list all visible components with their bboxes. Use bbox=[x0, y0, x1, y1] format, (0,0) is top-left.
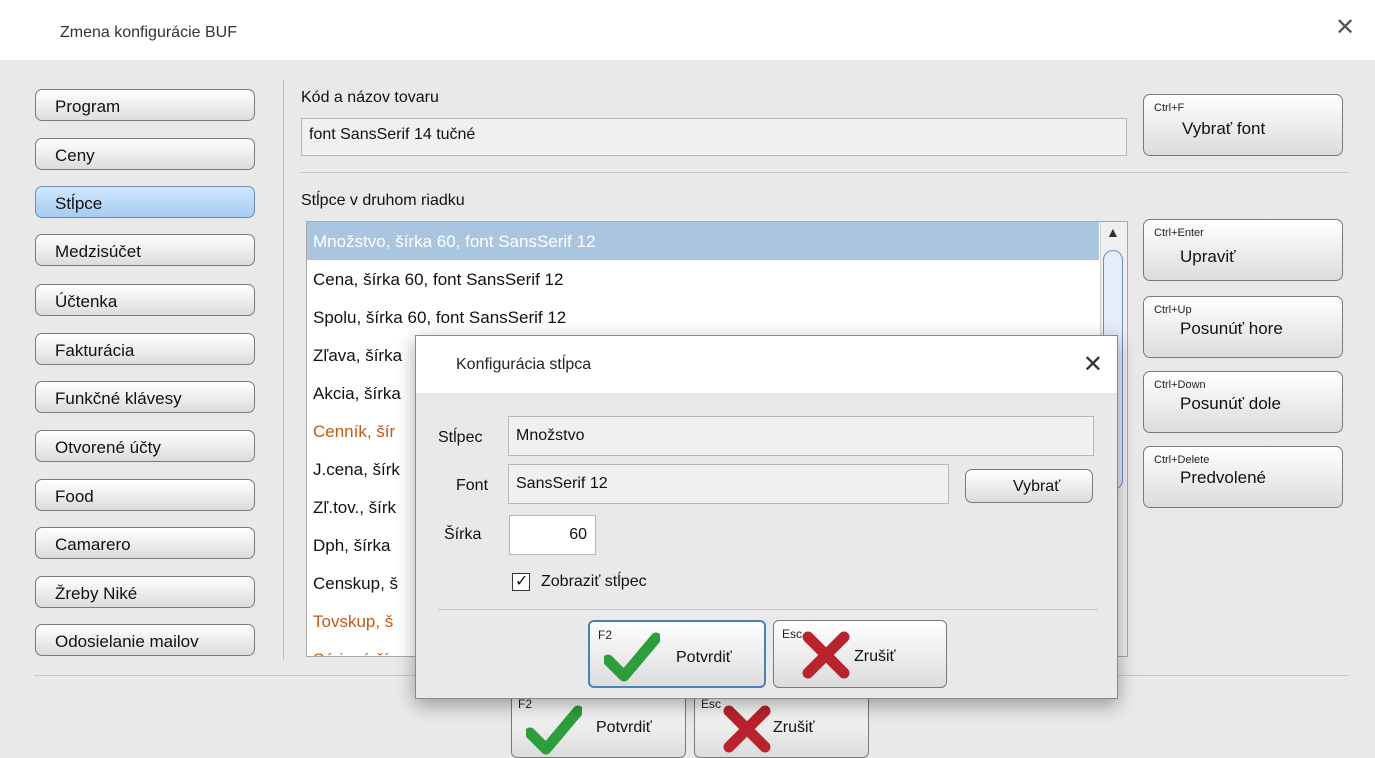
vertical-divider bbox=[283, 80, 284, 660]
show-column-checkbox[interactable]: ✓ bbox=[512, 573, 530, 591]
check-icon: ✓ bbox=[515, 573, 529, 590]
dialog-title: Konfigurácia stĺpca bbox=[456, 356, 592, 373]
button-label: Posunúť dole bbox=[1180, 394, 1281, 413]
nav-ceny[interactable]: Ceny bbox=[35, 138, 255, 170]
window-titlebar: Zmena konfigurácie BUF ✕ bbox=[0, 0, 1375, 60]
nav-label: Účtenka bbox=[55, 292, 118, 311]
dialog-confirm-button[interactable]: F2 Potvrdiť bbox=[588, 620, 766, 688]
move-down-button[interactable]: Ctrl+Down Posunúť dole bbox=[1143, 371, 1343, 433]
nav-medzisucet[interactable]: Medzisúčet bbox=[35, 234, 255, 266]
button-label: Vybrať bbox=[1013, 478, 1061, 495]
dialog-titlebar: Konfigurácia stĺpca ✕ bbox=[416, 336, 1117, 393]
nav-label: Odosielanie mailov bbox=[55, 632, 199, 651]
nav-food[interactable]: Food bbox=[35, 479, 255, 511]
nav-zreby-nike[interactable]: Žreby Niké bbox=[35, 576, 255, 608]
nav-camarero[interactable]: Camarero bbox=[35, 527, 255, 559]
button-label: Zrušiť bbox=[773, 719, 815, 736]
dialog-cancel-button[interactable]: Esc Zrušiť bbox=[773, 620, 947, 688]
nav-otvorene-ucty[interactable]: Otvorené účty bbox=[35, 430, 255, 462]
nav-odosielanie-mailov[interactable]: Odosielanie mailov bbox=[35, 624, 255, 656]
button-label: Predvolené bbox=[1180, 468, 1267, 487]
nav-label: Žreby Niké bbox=[55, 584, 138, 603]
list-item[interactable]: Množstvo, šírka 60, font SansSerif 12 bbox=[307, 222, 1099, 260]
button-label: Vybrať font bbox=[1182, 119, 1266, 138]
window-title: Zmena konfigurácie BUF bbox=[60, 24, 237, 41]
shortcut-label: Esc bbox=[782, 627, 803, 641]
close-icon[interactable]: ✕ bbox=[1333, 16, 1357, 40]
shortcut-label: Ctrl+Down bbox=[1154, 379, 1206, 391]
button-label: Potvrdiť bbox=[596, 719, 652, 736]
shortcut-label: Ctrl+Delete bbox=[1154, 454, 1210, 466]
column-field[interactable]: Množstvo bbox=[508, 416, 1094, 456]
nav-label: Fakturácia bbox=[55, 341, 135, 360]
nav-label: Funkčné klávesy bbox=[55, 389, 182, 408]
font-label: Font bbox=[456, 477, 489, 494]
nav-label: Otvorené účty bbox=[55, 438, 161, 457]
width-label: Šírka bbox=[444, 526, 482, 543]
nav-label: Medzisúčet bbox=[55, 242, 141, 261]
defaults-button[interactable]: Ctrl+Delete Predvolené bbox=[1143, 446, 1343, 508]
product-label: Kód a názov tovaru bbox=[301, 89, 439, 106]
column-config-dialog: Konfigurácia stĺpca ✕ Stĺpec Množstvo Fo… bbox=[415, 335, 1118, 699]
nav-uctenka[interactable]: Účtenka bbox=[35, 284, 255, 316]
shortcut-label: Ctrl+Up bbox=[1154, 304, 1192, 316]
nav-funkcne-klavesy[interactable]: Funkčné klávesy bbox=[35, 381, 255, 413]
choose-font-button[interactable]: Ctrl+F Vybrať font bbox=[1143, 94, 1343, 156]
confirm-button[interactable]: F2 Potvrdiť bbox=[511, 694, 686, 758]
checkmark-icon bbox=[526, 705, 582, 755]
list-item[interactable]: Cena, šírka 60, font SansSerif 12 bbox=[307, 260, 1099, 298]
shortcut-label: Ctrl+F bbox=[1154, 102, 1185, 114]
nav-label: Camarero bbox=[55, 535, 131, 554]
move-up-button[interactable]: Ctrl+Up Posunúť hore bbox=[1143, 296, 1343, 358]
column-label: Stĺpec bbox=[438, 429, 483, 446]
close-icon[interactable]: ✕ bbox=[1083, 350, 1103, 379]
width-field[interactable]: 60 bbox=[509, 515, 596, 555]
cancel-button[interactable]: Esc Zrušiť bbox=[694, 694, 869, 758]
nav-label: Ceny bbox=[55, 146, 95, 165]
columns-label: Stĺpce v druhom riadku bbox=[301, 192, 465, 209]
product-font-field[interactable]: font SansSerif 14 tučné bbox=[301, 118, 1127, 156]
font-field[interactable]: SansSerif 12 bbox=[508, 464, 949, 504]
nav-stlpce[interactable]: Stĺpce bbox=[35, 186, 255, 218]
shortcut-label: Esc bbox=[701, 697, 722, 711]
nav-program[interactable]: Program bbox=[35, 89, 255, 121]
nav-label: Food bbox=[55, 487, 94, 506]
shortcut-label: Ctrl+Enter bbox=[1154, 227, 1204, 239]
cross-icon bbox=[723, 705, 771, 753]
list-item[interactable]: Spolu, šírka 60, font SansSerif 12 bbox=[307, 298, 1099, 336]
edit-button[interactable]: Ctrl+Enter Upraviť bbox=[1143, 219, 1343, 281]
button-label: Potvrdiť bbox=[676, 649, 732, 666]
nav-label: Stĺpce bbox=[55, 194, 103, 213]
section-divider bbox=[301, 172, 1349, 173]
dialog-divider bbox=[438, 609, 1098, 610]
cross-icon bbox=[802, 631, 850, 679]
button-label: Posunúť hore bbox=[1180, 319, 1283, 338]
nav-label: Program bbox=[55, 97, 121, 116]
show-column-label: Zobraziť stĺpec bbox=[541, 573, 647, 590]
checkmark-icon bbox=[604, 632, 660, 682]
button-label: Upraviť bbox=[1180, 247, 1236, 266]
button-label: Zrušiť bbox=[854, 648, 896, 665]
nav-fakturacia[interactable]: Fakturácia bbox=[35, 333, 255, 365]
scroll-up-icon[interactable]: ▲ bbox=[1106, 224, 1120, 240]
choose-button[interactable]: Vybrať bbox=[965, 469, 1093, 503]
